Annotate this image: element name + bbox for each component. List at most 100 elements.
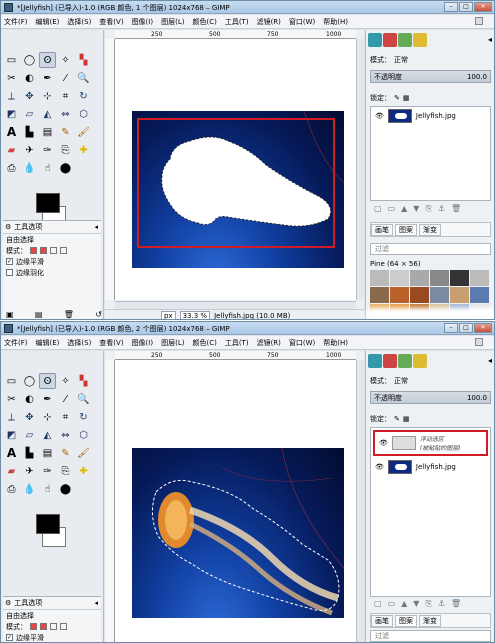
delete-options-icon[interactable]: 🗑	[64, 310, 74, 319]
menu-colors[interactable]: 颜色(C)	[192, 17, 216, 27]
menu-view[interactable]: 查看(V)	[99, 338, 123, 348]
pencil-icon[interactable]: ✎	[57, 124, 74, 140]
layer-row[interactable]: 👁 Jellyfish.jpg	[371, 458, 490, 476]
menu-select[interactable]: 选择(S)	[67, 338, 91, 348]
tab-brushes[interactable]: 画笔	[371, 223, 393, 236]
pattern-swatch[interactable]	[410, 287, 429, 303]
mode-add-icon[interactable]	[40, 623, 47, 630]
tab-brushes[interactable]: 画笔	[371, 614, 393, 627]
antialias-checkbox[interactable]: ✓	[6, 258, 13, 265]
menu-tools[interactable]: 工具(T)	[225, 338, 249, 348]
opacity-slider[interactable]: 不透明度 100.0	[370, 70, 491, 83]
menu-layer[interactable]: 图层(L)	[161, 17, 184, 27]
move-icon[interactable]: ✥	[21, 409, 38, 425]
visibility-eye-icon[interactable]: 👁	[375, 112, 384, 120]
menu-layer[interactable]: 图层(L)	[161, 338, 184, 348]
menu-help[interactable]: 帮助(H)	[323, 338, 348, 348]
delete-layer-icon[interactable]: 🗑	[451, 204, 461, 216]
panel-close-icon[interactable]: ◂	[94, 599, 98, 607]
align-icon[interactable]: ⊹	[39, 88, 56, 104]
tab-patterns[interactable]: 图案	[395, 223, 417, 236]
menu-colors[interactable]: 颜色(C)	[192, 338, 216, 348]
pattern-swatch[interactable]	[450, 287, 469, 303]
fuzzy-select-icon[interactable]: ✧	[57, 373, 74, 389]
floating-layer-row[interactable]: 👁 浮动选区 (被粘贴的图层)	[373, 430, 488, 456]
airbrush-icon[interactable]: ✈	[21, 463, 38, 479]
rotate-icon[interactable]: ↻	[75, 88, 92, 104]
zoom-icon[interactable]: 🔍	[75, 391, 92, 407]
color-select-icon[interactable]: ▚	[75, 52, 92, 68]
foreground-color-swatch[interactable]	[36, 514, 60, 534]
shear-icon[interactable]: ▱	[21, 427, 38, 443]
menu-file[interactable]: 文件(F)	[4, 17, 28, 27]
mode-subtract-icon[interactable]	[50, 623, 57, 630]
mode-replace-icon[interactable]	[30, 623, 37, 630]
measure-icon[interactable]: ⟂	[3, 88, 20, 104]
blend-icon[interactable]: ▤	[39, 124, 56, 140]
cage-icon[interactable]: ⬡	[75, 427, 92, 443]
pattern-swatch[interactable]	[410, 270, 429, 286]
color-picker-icon[interactable]: ⁄	[57, 70, 74, 86]
delete-layer-icon[interactable]: 🗑	[451, 599, 461, 611]
heal-icon[interactable]: ✚	[75, 463, 92, 479]
menu-windows[interactable]: 窗口(W)	[289, 338, 315, 348]
flip-icon[interactable]: ⇔	[57, 427, 74, 443]
paths-tab-icon[interactable]	[398, 33, 412, 47]
paths-tab-icon[interactable]	[398, 354, 412, 368]
scissors-icon[interactable]: ✂	[3, 391, 20, 407]
fuzzy-select-icon[interactable]: ✧	[57, 52, 74, 68]
layer-mode-value[interactable]: 正常	[394, 55, 408, 65]
menu-end-icon[interactable]	[475, 338, 483, 346]
minimize-button[interactable]: –	[444, 323, 458, 333]
vertical-scrollbar[interactable]	[356, 39, 364, 300]
undo-tab-icon[interactable]	[413, 33, 427, 47]
visibility-eye-icon[interactable]: 👁	[375, 463, 384, 471]
pattern-swatch[interactable]	[390, 287, 409, 303]
perspective-icon[interactable]: ◭	[39, 106, 56, 122]
mode-add-icon[interactable]	[40, 247, 47, 254]
vertical-scrollbar[interactable]	[356, 360, 364, 642]
menu-end-icon[interactable]	[475, 17, 483, 25]
ellipse-select-icon[interactable]: ◯	[21, 52, 38, 68]
mode-intersect-icon[interactable]	[60, 623, 67, 630]
layers-tab-icon[interactable]	[368, 33, 382, 47]
menu-edit[interactable]: 编辑(E)	[36, 17, 60, 27]
visibility-eye-icon[interactable]: 👁	[379, 439, 388, 447]
zoom-icon[interactable]: 🔍	[75, 70, 92, 86]
anchor-layer-icon[interactable]: ⚓	[438, 204, 445, 216]
pattern-filter-input[interactable]: 过滤	[370, 630, 491, 642]
new-layer-icon[interactable]: ▢	[374, 204, 382, 216]
new-group-icon[interactable]: ▭	[388, 599, 396, 611]
mode-replace-icon[interactable]	[30, 247, 37, 254]
new-layer-icon[interactable]: ▢	[374, 599, 382, 611]
foreground-color-swatch[interactable]	[36, 193, 60, 213]
heal-icon[interactable]: ✚	[75, 142, 92, 158]
cage-icon[interactable]: ⬡	[75, 106, 92, 122]
ink-icon[interactable]: ✑	[39, 463, 56, 479]
free-select-icon[interactable]: ʘ	[39, 52, 56, 68]
rotate-icon[interactable]: ↻	[75, 409, 92, 425]
lower-layer-icon[interactable]: ▼	[413, 204, 419, 216]
opacity-slider[interactable]: 不透明度 100.0	[370, 391, 491, 404]
horizontal-scrollbar[interactable]	[115, 301, 356, 309]
color-picker-icon[interactable]: ⁄	[57, 391, 74, 407]
menu-file[interactable]: 文件(F)	[4, 338, 28, 348]
ink-icon[interactable]: ✑	[39, 142, 56, 158]
blur-icon[interactable]: 💧	[21, 160, 38, 176]
channels-tab-icon[interactable]	[383, 354, 397, 368]
lock-alpha-icon[interactable]: ▦	[403, 94, 410, 102]
menu-image[interactable]: 图像(I)	[132, 17, 154, 27]
paths-icon[interactable]: ✒	[39, 70, 56, 86]
perspective-clone-icon[interactable]: ⎙	[3, 160, 20, 176]
foreground-select-icon[interactable]: ◐	[21, 391, 38, 407]
pattern-swatch[interactable]	[470, 287, 489, 303]
measure-icon[interactable]: ⟂	[3, 409, 20, 425]
menu-filters[interactable]: 滤镜(R)	[257, 17, 281, 27]
new-group-icon[interactable]: ▭	[388, 204, 396, 216]
anchor-layer-icon[interactable]: ⚓	[438, 599, 445, 611]
antialias-checkbox[interactable]: ✓	[6, 634, 13, 641]
lower-layer-icon[interactable]: ▼	[413, 599, 419, 611]
tab-gradients[interactable]: 渐变	[419, 614, 441, 627]
pattern-swatch[interactable]	[430, 287, 449, 303]
foreground-select-icon[interactable]: ◐	[21, 70, 38, 86]
